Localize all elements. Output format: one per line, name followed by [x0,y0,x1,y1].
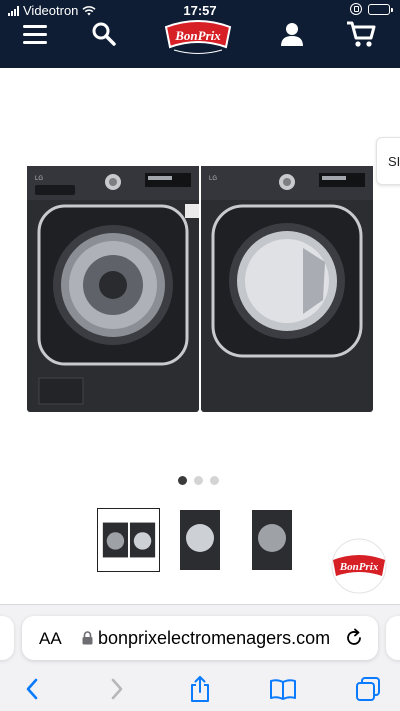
thumbnail-pair[interactable] [97,508,160,572]
lock-icon [82,631,93,645]
cart-icon [347,21,376,47]
cart-button[interactable] [346,17,376,51]
account-button[interactable] [278,17,306,51]
address-bar[interactable]: AA bonprixelectromenagers.com [22,616,378,660]
menu-button[interactable] [22,17,48,51]
svg-text:LG: LG [209,176,217,182]
tabs-button[interactable] [354,675,382,703]
page-settings-button[interactable]: AA [39,629,62,649]
user-icon [281,23,303,46]
side-tab[interactable]: SI [376,137,400,185]
forward-chevron-icon [111,678,123,700]
bookmarks-button[interactable] [269,675,297,703]
reload-icon[interactable] [344,628,364,648]
badge-text: BonPrix [339,561,379,573]
svg-text:BonPrix: BonPrix [174,28,221,43]
orientation-lock-icon [350,3,362,15]
share-icon [191,676,209,702]
previous-tab-peek[interactable] [0,616,14,660]
bonprix-badge[interactable]: BonPrix [328,538,390,594]
battery-icon [368,3,393,15]
site-header: Videotron 17:57 BonPrix [0,0,400,68]
next-tab-peek[interactable] [386,616,400,660]
search-button[interactable] [90,17,118,51]
svg-text:LG: LG [35,176,43,182]
status-time: 17:57 [183,3,217,18]
bookmarks-icon [270,679,296,700]
back-chevron-icon [26,678,38,700]
url-text[interactable]: bonprixelectromenagers.com [98,628,338,649]
forward-button[interactable] [103,675,131,703]
browser-toolbar [0,675,400,705]
carousel-dot-1[interactable] [178,476,187,485]
product-main-image[interactable]: LG LG [27,166,373,412]
browser-bottom-bar: AA bonprixelectromenagers.com [0,604,400,711]
tabs-icon [356,677,380,701]
carousel-dot-3[interactable] [210,476,219,485]
bonprix-logo[interactable]: BonPrix [160,17,236,57]
share-button[interactable] [186,675,214,703]
search-icon [92,22,116,46]
side-tab-label: SI [388,154,400,169]
carousel-dot-2[interactable] [194,476,203,485]
thumbnail-dryer[interactable] [178,508,222,572]
carousel-dots [178,476,219,485]
back-button[interactable] [18,675,46,703]
text-size-label: AA [39,629,62,648]
thumbnail-washer[interactable] [250,508,294,572]
status-right-group [350,3,393,15]
hamburger-menu-icon [23,24,47,28]
